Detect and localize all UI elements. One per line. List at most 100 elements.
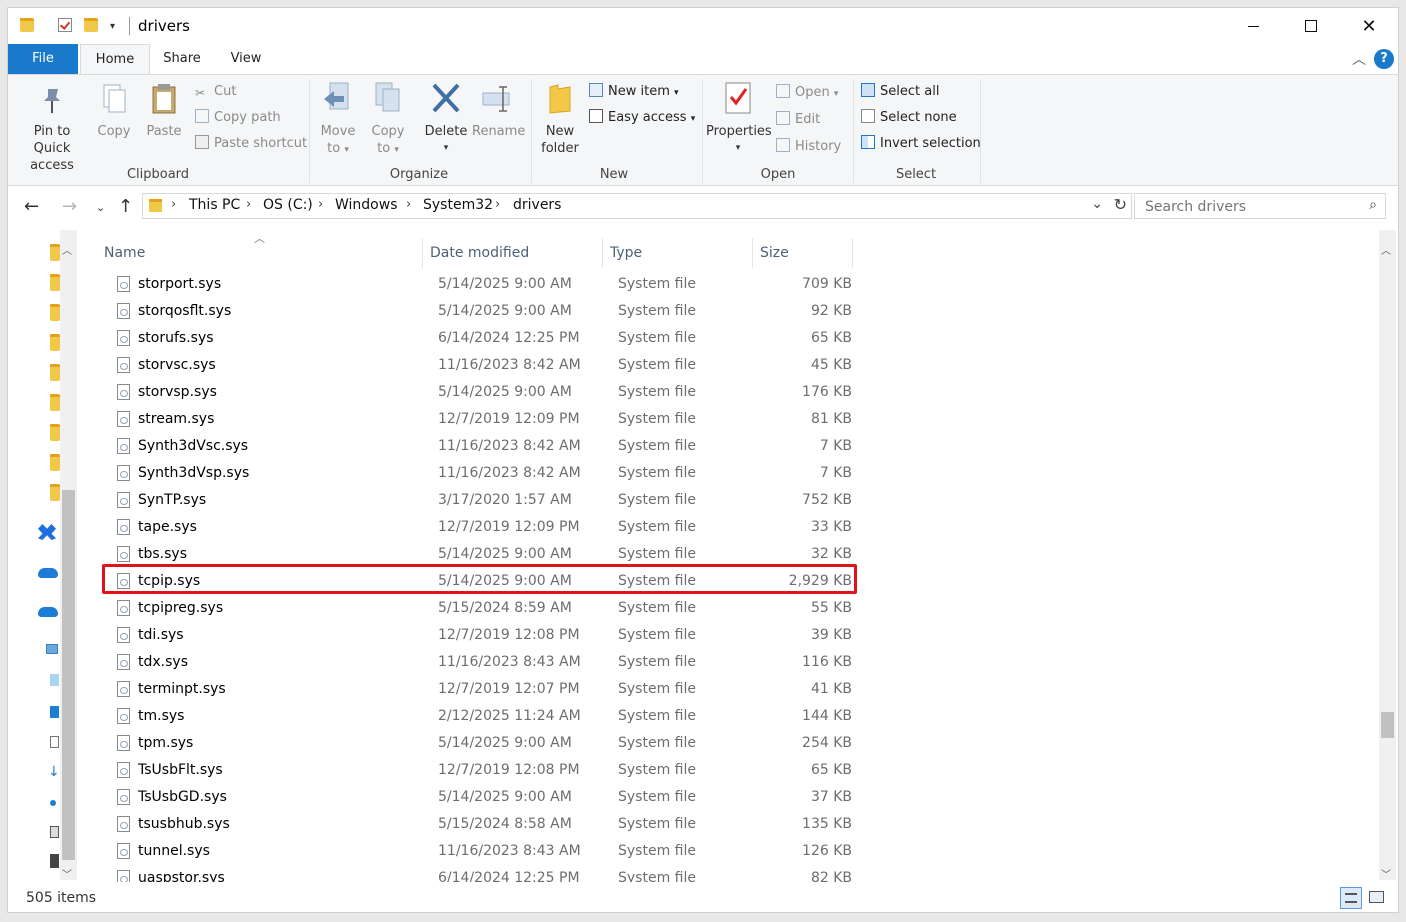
nav-folder-icon[interactable] — [50, 484, 60, 501]
close-button[interactable]: ✕ — [1340, 8, 1398, 44]
table-row[interactable]: tpm.sys 5/14/2025 9:00 AM System file 254 K… — [96, 730, 856, 757]
back-arrow-icon[interactable]: ← — [24, 196, 39, 217]
column-divider[interactable] — [602, 238, 603, 268]
breadcrumb-chevron-icon[interactable]: › — [246, 197, 251, 212]
objects-3d-icon[interactable] — [50, 674, 59, 686]
up-arrow-icon[interactable]: ↑ — [118, 196, 133, 217]
edit-button[interactable]: Edit — [776, 110, 820, 130]
column-header-name[interactable]: Name — [104, 245, 145, 261]
documents-icon[interactable] — [50, 736, 59, 748]
table-row[interactable]: storqosflt.sys 5/14/2025 9:00 AM System fi… — [96, 298, 856, 325]
nav-folder-icon[interactable] — [50, 274, 60, 291]
collapse-ribbon-icon[interactable]: ︿ — [1352, 49, 1366, 69]
address-history-chevron-icon[interactable]: ⌄ — [1091, 196, 1103, 212]
table-row[interactable]: tsusbhub.sys 5/15/2024 8:58 AM System file… — [96, 811, 856, 838]
downloads-icon[interactable]: ↓ — [48, 764, 60, 780]
rename-button[interactable]: Rename — [472, 81, 525, 140]
large-icons-view-button[interactable] — [1366, 887, 1388, 909]
pictures-icon[interactable] — [50, 826, 59, 838]
delete-button[interactable]: Delete ▾ — [422, 81, 470, 157]
paste-button[interactable]: Paste — [142, 81, 186, 140]
maximize-button[interactable] — [1282, 8, 1340, 44]
breadcrumb-windows[interactable]: Windows — [335, 197, 398, 213]
open-button[interactable]: Open ▾ — [776, 83, 838, 103]
breadcrumb-chevron-icon[interactable]: › — [318, 197, 323, 212]
column-header-type[interactable]: Type — [610, 245, 642, 261]
table-row[interactable]: SynTP.sys 3/17/2020 1:57 AM System file 752… — [96, 487, 856, 514]
new-folder-button[interactable]: New folder — [536, 81, 584, 157]
properties-check-icon[interactable] — [58, 18, 72, 32]
paste-shortcut-button[interactable]: Paste shortcut — [195, 134, 307, 154]
table-row[interactable]: tunnel.sys 11/16/2023 8:43 AM System file 1… — [96, 838, 856, 865]
easy-access-button[interactable]: Easy access ▾ — [589, 108, 695, 128]
desktop-icon[interactable] — [50, 706, 59, 718]
table-row[interactable]: storufs.sys 6/14/2024 12:25 PM System file… — [96, 325, 856, 352]
breadcrumb-this-pc[interactable]: This PC — [189, 197, 240, 213]
table-row[interactable]: Synth3dVsp.sys 11/16/2023 8:42 AM System f… — [96, 460, 856, 487]
column-divider[interactable] — [752, 238, 753, 268]
search-icon[interactable]: ⌕ — [1369, 197, 1377, 213]
help-button[interactable]: ? — [1374, 49, 1394, 69]
move-to-button[interactable]: Move to ▾ — [316, 81, 360, 159]
column-divider[interactable] — [422, 238, 423, 268]
nav-folder-icon[interactable] — [50, 454, 60, 471]
tab-home[interactable]: Home — [80, 44, 150, 74]
search-input[interactable] — [1143, 195, 1347, 219]
nav-folder-icon[interactable] — [50, 304, 60, 321]
table-row[interactable]: tm.sys 2/12/2025 11:24 AM System file 144 K… — [96, 703, 856, 730]
cut-button[interactable]: ✂ Cut — [195, 82, 236, 102]
file-list-scroll-thumb[interactable] — [1381, 712, 1394, 738]
breadcrumb-chevron-icon[interactable]: › — [495, 197, 500, 212]
forward-arrow-icon[interactable]: → — [62, 196, 77, 217]
pin-to-quick-access-button[interactable]: Pin to Quick access — [14, 81, 90, 174]
new-item-button[interactable]: New item ▾ — [589, 82, 679, 102]
onedrive-icon[interactable] — [38, 568, 58, 578]
table-row[interactable]: tape.sys 12/7/2019 12:09 PM System file 33 … — [96, 514, 856, 541]
quick-access-dropdown-icon[interactable]: ▾ — [110, 21, 115, 32]
copy-to-button[interactable]: Copy to ▾ — [366, 81, 410, 159]
search-box[interactable]: ⌕ — [1134, 193, 1386, 219]
column-header-date-modified[interactable]: Date modified — [430, 245, 529, 261]
properties-button[interactable]: Properties ▾ — [706, 81, 772, 157]
nav-folder-icon[interactable] — [50, 394, 60, 411]
nav-folder-icon[interactable] — [50, 424, 60, 441]
music-icon[interactable] — [50, 800, 56, 806]
copy-button[interactable]: Copy — [92, 81, 136, 140]
refresh-icon[interactable]: ↻ — [1114, 195, 1127, 214]
copy-path-button[interactable]: Copy path — [195, 108, 281, 128]
scroll-up-icon[interactable]: ︿ — [1381, 242, 1391, 257]
table-row[interactable]: Synth3dVsc.sys 11/16/2023 8:42 AM System f… — [96, 433, 856, 460]
scroll-down-icon[interactable]: ﹀ — [1381, 866, 1391, 881]
new-folder-quick-icon[interactable] — [84, 18, 98, 32]
file-list-scrollbar[interactable]: ︿ ﹀ — [1379, 230, 1396, 881]
table-row[interactable]: storvsp.sys 5/14/2025 9:00 AM System file 1… — [96, 379, 856, 406]
details-view-button[interactable] — [1340, 887, 1362, 909]
column-header-size[interactable]: Size — [760, 245, 789, 261]
scroll-up-icon[interactable]: ︿ — [62, 242, 72, 257]
tab-file[interactable]: File — [8, 44, 78, 74]
table-row[interactable]: TsUsbFlt.sys 12/7/2019 12:08 PM System fil… — [96, 757, 856, 784]
onedrive-icon[interactable] — [38, 607, 58, 617]
history-button[interactable]: History — [776, 137, 841, 157]
table-row[interactable]: TsUsbGD.sys 5/14/2025 9:00 AM System file 3… — [96, 784, 856, 811]
nav-folder-icon[interactable] — [50, 244, 60, 261]
tab-share[interactable]: Share — [152, 44, 212, 74]
table-row[interactable]: storport.sys 5/14/2025 9:00 AM System file… — [96, 271, 856, 298]
breadcrumb-system32[interactable]: System32 — [423, 197, 493, 213]
column-divider[interactable] — [852, 238, 853, 268]
nav-folder-icon[interactable] — [50, 364, 60, 381]
videos-icon[interactable] — [50, 854, 59, 868]
breadcrumb-os-c[interactable]: OS (C:) — [263, 197, 313, 213]
breadcrumb-chevron-icon[interactable]: › — [406, 197, 411, 212]
table-row[interactable]: tdi.sys 12/7/2019 12:08 PM System file 39 K… — [96, 622, 856, 649]
navigation-pane-scroll-thumb[interactable] — [62, 490, 75, 860]
select-none-button[interactable]: Select none — [861, 108, 957, 128]
scroll-down-icon[interactable]: ﹀ — [62, 866, 72, 881]
invert-selection-button[interactable]: Invert selection — [861, 134, 981, 154]
breadcrumb-chevron-icon[interactable]: › — [171, 197, 176, 212]
table-row[interactable]: tcpipreg.sys 5/15/2024 8:59 AM System file… — [96, 595, 856, 622]
this-pc-icon[interactable] — [46, 644, 58, 654]
tab-view[interactable]: View — [214, 44, 278, 74]
table-row[interactable]: terminpt.sys 12/7/2019 12:07 PM System fil… — [96, 676, 856, 703]
minimize-button[interactable] — [1224, 8, 1282, 44]
